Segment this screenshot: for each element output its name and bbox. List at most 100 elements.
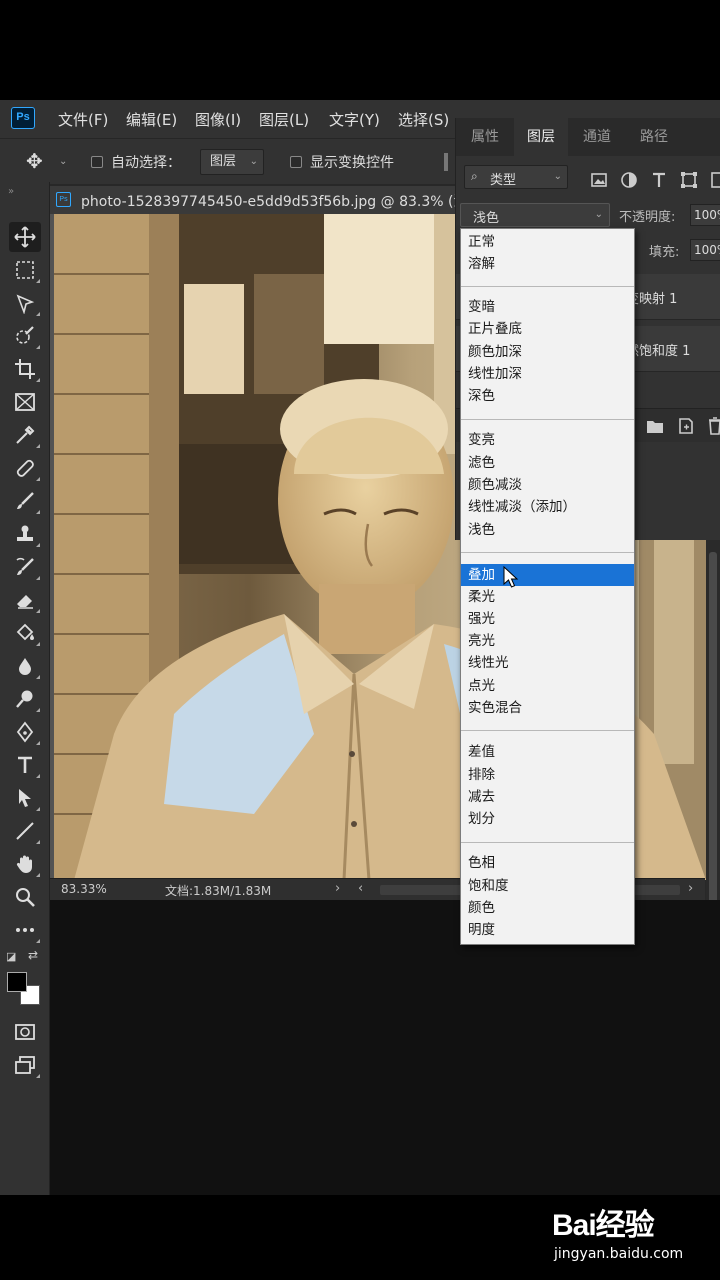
lasso-tool-button[interactable]	[9, 288, 41, 318]
history-brush-icon	[16, 557, 34, 575]
blend-mode-select[interactable]: 浅色 ⌄	[460, 203, 610, 227]
blend-option[interactable]: 正常	[461, 231, 634, 253]
blend-option[interactable]: 点光	[461, 675, 634, 697]
type-tool-button[interactable]	[9, 750, 41, 780]
tab-paths[interactable]: 路径	[626, 118, 682, 156]
new-layer-icon[interactable]	[678, 417, 694, 435]
zoom-tool-button[interactable]	[9, 882, 41, 912]
shape-layer-filter-icon[interactable]	[679, 170, 699, 190]
blend-option[interactable]: 线性减淡（添加）	[461, 496, 634, 518]
crop-tool-button[interactable]	[9, 354, 41, 384]
pen-icon	[16, 721, 34, 743]
menu-edit[interactable]: 编辑(E)	[126, 109, 177, 130]
history-brush-tool-button[interactable]	[9, 552, 41, 582]
blend-option[interactable]: 柔光	[461, 586, 634, 608]
menu-select[interactable]: 选择(S)	[398, 109, 449, 130]
hand-tool-button[interactable]	[9, 849, 41, 879]
tab-channels[interactable]: 通道	[568, 118, 626, 156]
scroll-left-icon[interactable]: ‹	[358, 881, 363, 896]
panel-collapse-icon[interactable]: »	[8, 186, 14, 197]
quick-select-tool-button[interactable]	[9, 321, 41, 351]
fill-input[interactable]: 100%	[690, 239, 720, 261]
auto-select-checkbox[interactable]	[91, 156, 103, 168]
search-icon: ⌕	[471, 169, 478, 183]
watermark-logo: Bai经验	[552, 1209, 655, 1242]
dropdown-separator	[461, 419, 634, 420]
blend-option[interactable]: 线性光	[461, 652, 634, 674]
blend-option[interactable]: 划分	[461, 808, 634, 830]
quick-mask-icon	[15, 1024, 35, 1040]
blend-option[interactable]: 实色混合	[461, 697, 634, 719]
blend-option[interactable]: 色相	[461, 852, 634, 874]
auto-select-target-select[interactable]: 图层 ⌄	[200, 149, 264, 175]
brush-tool-button[interactable]	[9, 486, 41, 516]
blend-option[interactable]: 亮光	[461, 630, 634, 652]
paint-bucket-tool-button[interactable]	[9, 618, 41, 648]
blend-option[interactable]: 排除	[461, 764, 634, 786]
tab-properties[interactable]: 属性	[456, 118, 514, 156]
brush-icon	[17, 492, 34, 509]
dodge-tool-button[interactable]	[9, 684, 41, 714]
type-icon	[18, 756, 32, 773]
eraser-tool-button[interactable]	[9, 585, 41, 615]
blend-option[interactable]: 颜色加深	[461, 341, 634, 363]
menu-image[interactable]: 图像(I)	[195, 109, 241, 130]
blend-option[interactable]: 强光	[461, 608, 634, 630]
default-colors-icon[interactable]: ◪	[6, 950, 16, 963]
frame-tool-button[interactable]	[9, 387, 41, 417]
new-group-folder-icon[interactable]	[646, 418, 664, 434]
document-tab[interactable]: Ps photo-1528397745450-e5dd9d53f56b.jpg …	[50, 186, 455, 214]
smart-object-filter-icon[interactable]	[709, 170, 720, 190]
quick-mask-button[interactable]	[9, 1017, 41, 1047]
blend-option[interactable]: 明度	[461, 919, 634, 941]
move-tool-button[interactable]	[9, 222, 41, 252]
blend-option[interactable]: 浅色	[461, 519, 634, 541]
blend-option[interactable]: 差值	[461, 741, 634, 763]
blend-option[interactable]: 滤色	[461, 452, 634, 474]
document-info[interactable]: 文档:1.83M/1.83M	[165, 882, 271, 899]
scroll-right-icon[interactable]: ›	[688, 881, 693, 896]
delete-layer-trash-icon[interactable]	[708, 417, 720, 435]
zoom-level[interactable]: 83.33%	[61, 882, 107, 896]
line-tool-button[interactable]	[9, 816, 41, 846]
blend-option[interactable]: 溶解	[461, 253, 634, 275]
path-selection-tool-button[interactable]	[9, 783, 41, 813]
blend-option[interactable]: 饱和度	[461, 875, 634, 897]
move-tool-icon[interactable]: ✥	[26, 151, 43, 171]
blur-tool-button[interactable]	[9, 651, 41, 681]
document-tab-title: photo-1528397745450-e5dd9d53f56b.jpg @ 8…	[81, 194, 455, 210]
foreground-color-swatch[interactable]	[7, 972, 27, 992]
blend-option-selected[interactable]: 叠加	[461, 564, 634, 586]
swap-colors-icon[interactable]: ⇄	[28, 948, 38, 962]
tab-layers[interactable]: 图层	[514, 118, 568, 156]
show-transform-checkbox[interactable]	[290, 156, 302, 168]
blend-option[interactable]: 减去	[461, 786, 634, 808]
healing-brush-tool-button[interactable]	[9, 453, 41, 483]
type-layer-filter-icon[interactable]	[649, 170, 669, 190]
menu-layer[interactable]: 图层(L)	[259, 109, 309, 130]
blend-option[interactable]: 深色	[461, 385, 634, 407]
mouse-cursor-icon	[503, 566, 519, 588]
blend-option[interactable]: 变亮	[461, 429, 634, 451]
blend-option[interactable]: 正片叠底	[461, 318, 634, 340]
tool-preset-chevron-down-icon[interactable]: ⌄	[59, 156, 67, 167]
blend-option[interactable]: 线性加深	[461, 363, 634, 385]
vertical-scrollbar-thumb[interactable]	[709, 552, 717, 942]
blend-option[interactable]: 颜色	[461, 897, 634, 919]
clone-stamp-tool-button[interactable]	[9, 519, 41, 549]
menu-type[interactable]: 文字(Y)	[329, 109, 380, 130]
layer-filter-select[interactable]: ⌕ 类型 ⌄	[464, 165, 568, 189]
pen-tool-button[interactable]	[9, 717, 41, 747]
menu-file[interactable]: 文件(F)	[58, 109, 108, 130]
more-tools-button[interactable]	[9, 915, 41, 945]
marquee-tool-button[interactable]	[9, 255, 41, 285]
screen-mode-button[interactable]	[9, 1050, 41, 1080]
blend-option[interactable]: 变暗	[461, 296, 634, 318]
eyedropper-tool-button[interactable]	[9, 420, 41, 450]
adjustment-layer-filter-icon[interactable]	[619, 170, 639, 190]
pixel-layer-filter-icon[interactable]	[589, 170, 609, 190]
blend-option[interactable]: 颜色减淡	[461, 474, 634, 496]
chevron-right-icon[interactable]: ›	[335, 881, 340, 896]
align-icon[interactable]	[444, 153, 448, 171]
opacity-input[interactable]: 100%	[690, 204, 720, 226]
